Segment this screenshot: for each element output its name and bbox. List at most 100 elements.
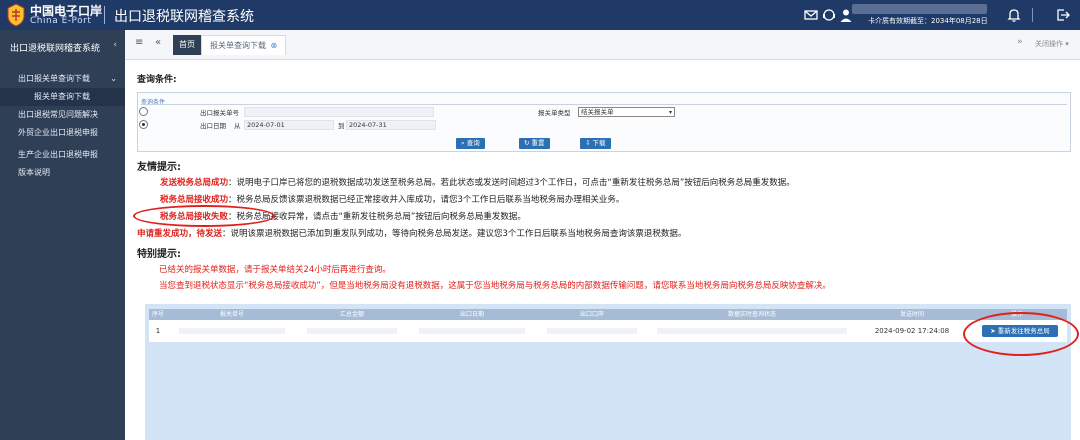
sidebar-title-label: 出口退税联网稽查系统 bbox=[10, 44, 101, 54]
tab-label: 报关单查询下载 bbox=[210, 41, 266, 50]
close-operations-menu[interactable]: 关闭操作 ▾ bbox=[1035, 39, 1069, 49]
declaration-type-label: 报关单类型 bbox=[538, 109, 571, 117]
eport-logo-icon bbox=[7, 3, 25, 27]
tab-home[interactable]: 首页 bbox=[173, 35, 201, 55]
tabs-scroll-right-icon[interactable]: » bbox=[1017, 37, 1023, 47]
chevron-down-icon: ⌄ bbox=[110, 74, 117, 83]
send-icon: ➤ bbox=[990, 327, 996, 335]
query-row-export-date: 出口日期 从 2024-07-01 到 2024-07-31 bbox=[138, 120, 1072, 131]
column-header: 序号 bbox=[151, 311, 164, 318]
sidebar: 出口退税联网稽查系统 ‹ 出口报关单查询下载 ⌄ 报关单查询下载 出口退税常见问… bbox=[0, 30, 125, 440]
query-button[interactable]: ⌕ 查询 bbox=[456, 138, 485, 149]
card-validity: 卡介质有效期截至：2034年08月28日 bbox=[868, 17, 988, 25]
header-vertical-divider bbox=[1032, 8, 1033, 22]
tip-text: ：说明电子口岸已将您的退税数据成功发送至税务总局。若此状态或发送时间超过3个工作… bbox=[228, 178, 795, 188]
download-button[interactable]: ⇩ 下载 bbox=[580, 138, 611, 149]
resend-to-tax-bureau-button[interactable]: ➤ 重新发往税务总局 bbox=[982, 325, 1058, 337]
sidebar-item-label: 外贸企业出口退税申报 bbox=[18, 128, 98, 137]
reset-button[interactable]: ↻ 重置 bbox=[519, 138, 550, 149]
user-name-masked bbox=[852, 4, 987, 14]
radio-export-date[interactable] bbox=[139, 120, 148, 129]
tips-title: 友情提示: bbox=[137, 162, 181, 173]
date-to-input[interactable]: 2024-07-31 bbox=[346, 120, 436, 130]
header-divider bbox=[104, 6, 105, 24]
declaration-no-input[interactable] bbox=[244, 107, 434, 117]
notification-icon[interactable] bbox=[1006, 7, 1022, 23]
tip-text: ：说明该票退税数据已添加到重发队列成功，等待向税务总局发送。建议您3个工作日后联… bbox=[222, 229, 687, 239]
close-icon[interactable]: ⊗ bbox=[271, 41, 278, 50]
result-panel: 序号 报关单号 汇总金额 出口日期 出口口岸 数据实时查询状态 发送时间 操作 … bbox=[145, 304, 1071, 440]
date-from-label: 从 bbox=[234, 122, 241, 130]
column-header: 出口日期 bbox=[459, 311, 484, 318]
chevron-left-icon[interactable]: ‹ bbox=[113, 40, 117, 50]
sidebar-item-label: 出口退税常见问题解决 bbox=[18, 110, 98, 119]
tip-line-failed: 税务总局接收失败：税务总局接收异常，请点击“重新发往税务总局”按钮后向税务总局重… bbox=[160, 210, 526, 222]
system-title: 出口退税联网稽查系统 bbox=[114, 9, 254, 25]
sidebar-item-label: 出口报关单查询下载 bbox=[18, 74, 90, 83]
column-header: 操作 bbox=[1010, 311, 1023, 318]
sidebar-item-foreign-trade-declare[interactable]: 外贸企业出口退税申报 bbox=[0, 124, 125, 142]
column-header: 出口口岸 bbox=[579, 311, 604, 318]
status-masked bbox=[657, 328, 847, 334]
column-header: 发送时间 bbox=[899, 311, 924, 318]
date-to-label: 到 bbox=[338, 122, 345, 130]
sidebar-item-version-notes[interactable]: 版本说明 bbox=[0, 164, 125, 182]
radio-declaration-no[interactable] bbox=[139, 107, 148, 116]
export-date-masked bbox=[419, 328, 525, 334]
sidebar-item-label: 版本说明 bbox=[18, 168, 50, 177]
row-index: 1 bbox=[155, 327, 161, 335]
sidebar-item-declaration-query[interactable]: 报关单查询下载 bbox=[0, 88, 125, 106]
tab-home-label: 首页 bbox=[179, 40, 195, 49]
query-heading: 查询条件: bbox=[137, 75, 177, 85]
send-time: 2024-09-02 17:24:08 bbox=[874, 327, 950, 335]
date-from-input[interactable]: 2024-07-01 bbox=[244, 120, 334, 130]
brand-name-en: China E-Port bbox=[30, 16, 92, 26]
special-line: 已结关的报关单数据，请于报关单结关24小时后再进行查询。 bbox=[159, 265, 391, 275]
sidebar-item-production-declare[interactable]: 生产企业出口退税申报 bbox=[0, 146, 125, 164]
tab-declaration-query[interactable]: 报关单查询下载 ⊗ bbox=[201, 35, 287, 55]
declaration-type-value: 结关报关单 bbox=[581, 108, 614, 116]
tip-line-received: 税务总局接收成功：税务总局反馈该票退税数据已经正常接收并入库成功，请您3个工作日… bbox=[160, 193, 624, 205]
support-icon[interactable] bbox=[821, 7, 837, 23]
logout-icon[interactable] bbox=[1055, 7, 1071, 23]
export-date-label: 出口日期 bbox=[200, 122, 226, 130]
tip-line-sent: 发送税务总局成功：说明电子口岸已将您的退税数据成功发送至税务总局。若此状态或发送… bbox=[160, 176, 795, 188]
query-divider bbox=[141, 104, 1067, 105]
query-button-label: 查询 bbox=[466, 139, 480, 147]
tabs-scroll-left-icon[interactable]: « bbox=[155, 37, 161, 48]
sidebar-title[interactable]: 出口退税联网稽查系统 ‹ bbox=[0, 30, 125, 60]
tip-text: ：税务总局反馈该票退税数据已经正常接收并入库成功，请您3个工作日后联系当地税务局… bbox=[228, 195, 625, 205]
tip-status: 申请重发成功，待发送 bbox=[137, 229, 223, 239]
sidebar-item-faq[interactable]: 出口退税常见问题解决 bbox=[0, 106, 125, 124]
resend-button-label: 重新发往税务总局 bbox=[997, 327, 1050, 335]
refresh-icon: ↻ bbox=[524, 139, 530, 147]
sidebar-item-declaration-download[interactable]: 出口报关单查询下载 ⌄ bbox=[0, 70, 125, 88]
sidebar-item-label: 报关单查询下载 bbox=[34, 92, 90, 101]
declaration-no-label: 出口报关单号 bbox=[200, 109, 239, 117]
tip-status: 税务总局接收成功 bbox=[160, 195, 229, 205]
declaration-no-masked bbox=[179, 328, 285, 334]
amount-masked bbox=[307, 328, 397, 334]
main-content: 查询条件: 查询条件 出口报关单号 报关单类型 结关报关单 ▾ 出口日期 从 2… bbox=[125, 60, 1080, 440]
reset-button-label: 重置 bbox=[531, 139, 545, 147]
column-header: 数据实时查询状态 bbox=[727, 311, 776, 318]
tip-status: 发送税务总局成功 bbox=[160, 178, 229, 188]
tip-text: ：税务总局接收异常，请点击“重新发往税务总局”按钮后向税务总局重发数据。 bbox=[228, 212, 526, 222]
column-header: 汇总金额 bbox=[339, 311, 364, 318]
export-port-masked bbox=[547, 328, 637, 334]
declaration-type-select[interactable]: 结关报关单 ▾ bbox=[578, 107, 675, 117]
mail-icon[interactable] bbox=[803, 7, 819, 23]
search-icon: ⌕ bbox=[461, 139, 465, 147]
app-header: 中国电子口岸 China E-Port 出口退税联网稽查系统 卡介质有效期截至：… bbox=[0, 0, 1080, 30]
column-header: 报关单号 bbox=[219, 311, 244, 318]
sidebar-item-label: 生产企业出口退税申报 bbox=[18, 150, 98, 159]
tip-status: 税务总局接收失败 bbox=[160, 212, 229, 222]
menu-toggle-icon[interactable]: ≡ bbox=[135, 37, 143, 48]
download-icon: ⇩ bbox=[585, 139, 591, 147]
tip-line-resend: 申请重发成功，待发送：说明该票退税数据已添加到重发队列成功，等待向税务总局发送。… bbox=[137, 227, 686, 239]
query-panel: 查询条件 出口报关单号 报关单类型 结关报关单 ▾ 出口日期 从 2024-07… bbox=[137, 92, 1071, 152]
download-button-label: 下载 bbox=[592, 139, 606, 147]
chevron-down-icon: ▾ bbox=[668, 109, 672, 116]
table-row: 1 2024-09-02 17:24:08 ➤ 重新发往税务总局 bbox=[149, 320, 1067, 342]
special-title: 特别提示: bbox=[137, 249, 181, 260]
